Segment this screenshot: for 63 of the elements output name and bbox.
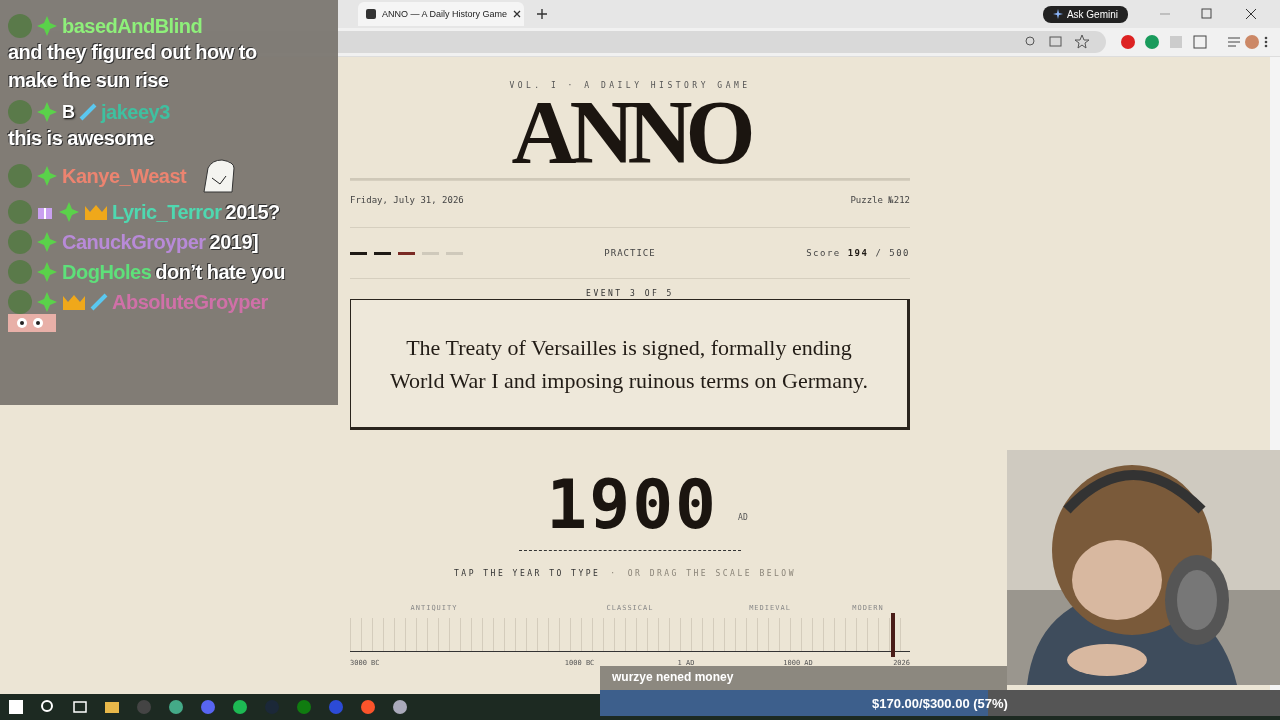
hint-separator: · bbox=[610, 569, 618, 578]
windows-icon[interactable] bbox=[8, 699, 24, 715]
date-text: Friday, July 31, 2026 bbox=[350, 195, 464, 205]
sword-badge-icon bbox=[90, 293, 108, 311]
chat-message: and they figured out how to make the sun rise bbox=[8, 40, 258, 93]
browser-tab[interactable]: ANNO — A Daily History Game bbox=[358, 2, 524, 26]
score-total: / 500 bbox=[875, 248, 910, 258]
year-marker[interactable] bbox=[891, 613, 896, 657]
sparkle-icon bbox=[1052, 9, 1063, 19]
chat-username: Kanye_Weast bbox=[62, 164, 187, 188]
event-description: The Treaty of Versailles is signed, formally ending World War I and imposing ruinous terms on Germany. bbox=[389, 333, 869, 395]
diamond-badge-icon bbox=[36, 291, 58, 313]
progress-dash bbox=[374, 251, 391, 255]
avatar-icon bbox=[8, 260, 32, 284]
crown-badge-icon bbox=[84, 203, 108, 221]
avatar-icon bbox=[8, 14, 32, 38]
sword-badge-icon bbox=[79, 103, 97, 121]
chat-username: DogHoles bbox=[62, 260, 152, 284]
chat-message: don’t hate you bbox=[155, 260, 285, 284]
avatar-icon bbox=[8, 230, 32, 254]
avatar-icon bbox=[8, 164, 32, 188]
diamond-badge-icon bbox=[36, 101, 58, 123]
badge-label: B bbox=[62, 101, 75, 123]
avatar-icon bbox=[8, 200, 32, 224]
puzzle-number: Puzzle №212 bbox=[850, 195, 910, 205]
chat-username: Lyric_Terror bbox=[112, 200, 222, 224]
chat-message: 2015? bbox=[225, 200, 280, 224]
year-input[interactable]: 1900 bbox=[546, 470, 719, 540]
hint-text: OR DRAG THE SCALE BELOW bbox=[627, 569, 796, 578]
diamond-badge-icon bbox=[36, 15, 58, 37]
score-label: Score bbox=[806, 248, 841, 258]
diamond-badge-icon bbox=[36, 261, 58, 283]
folder-icon[interactable] bbox=[104, 699, 120, 715]
close-icon[interactable] bbox=[513, 10, 522, 18]
chat-username: jakeey3 bbox=[101, 100, 170, 124]
task-view-icon[interactable] bbox=[72, 699, 88, 715]
emote-icon bbox=[8, 314, 56, 332]
new-tab-icon[interactable] bbox=[536, 8, 548, 20]
hint-text: TAP THE YEAR TO TYPE bbox=[454, 569, 601, 578]
search-icon[interactable] bbox=[40, 699, 56, 715]
avatar-icon bbox=[8, 100, 32, 124]
progress-dash bbox=[398, 251, 415, 255]
chat-message: this is awesome bbox=[8, 126, 155, 151]
progress-dash bbox=[350, 251, 367, 255]
diamond-badge-icon bbox=[36, 165, 58, 187]
chat-username: AbsoluteGroyper bbox=[112, 290, 268, 314]
donation-progress-bar: $170.00/$300.00 (57%) bbox=[600, 690, 1280, 716]
avatar-icon bbox=[8, 290, 32, 314]
donation-title: wurzye nened money bbox=[600, 666, 1007, 690]
chat-username: CanuckGroyper bbox=[62, 230, 206, 254]
kicker-text: VOL. I · A DAILY HISTORY GAME bbox=[508, 81, 752, 90]
event-counter: EVENT 3 OF 5 bbox=[586, 289, 674, 298]
era-suffix: AD bbox=[738, 513, 748, 522]
game-title: ANNO bbox=[511, 92, 750, 174]
chat-username: basedAndBlind bbox=[62, 14, 203, 38]
score-value: 194 bbox=[847, 248, 869, 258]
chat-message: 2019] bbox=[209, 230, 259, 254]
crown-badge-icon bbox=[62, 293, 86, 311]
diamond-badge-icon bbox=[36, 231, 58, 253]
extensions-icon[interactable] bbox=[1120, 33, 1270, 51]
diamond-badge-icon bbox=[58, 201, 80, 223]
mode-label: PRACTICE bbox=[604, 248, 656, 258]
gemini-button[interactable]: Ask Gemini bbox=[1042, 5, 1128, 23]
